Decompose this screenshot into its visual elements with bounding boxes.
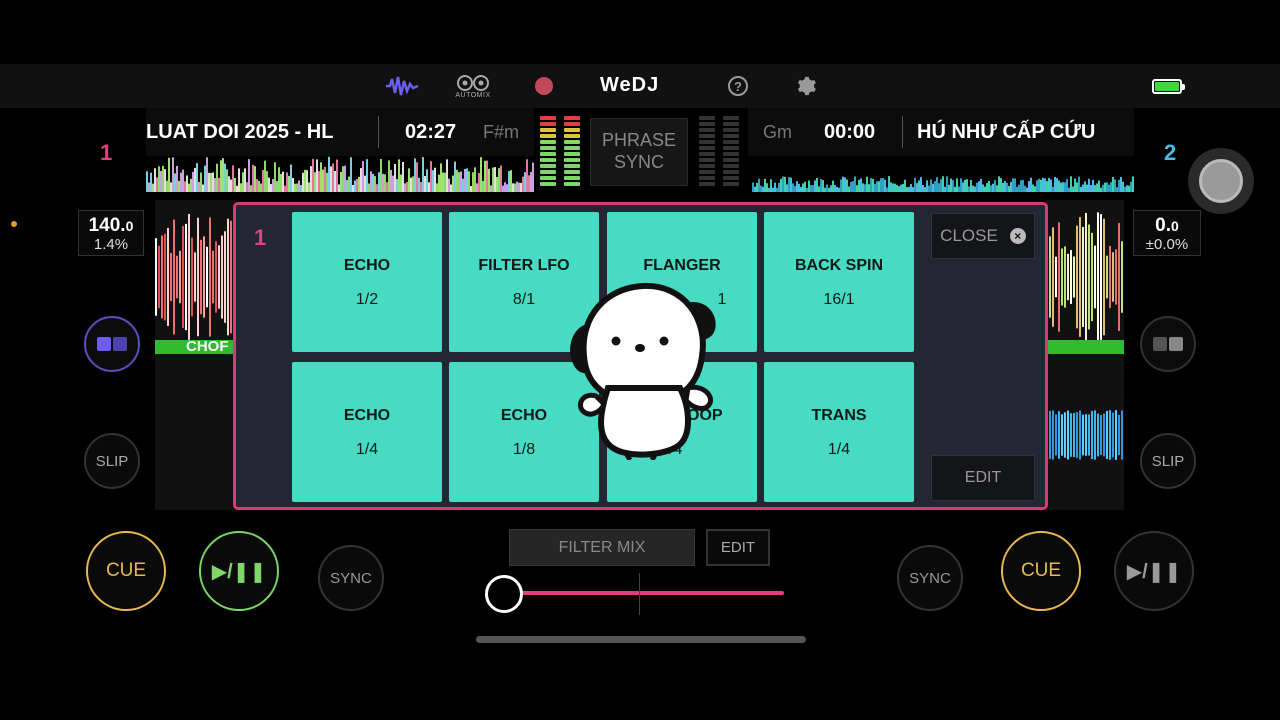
deck1-time: 02:27 [405, 121, 457, 143]
app-logo: WeDJ [600, 74, 660, 96]
deck1-overview-waveform[interactable] [146, 154, 534, 192]
deck1-cue-button[interactable]: CUE [86, 531, 166, 611]
fx-pad-name: ECHO [343, 257, 391, 274]
crossfader-center-mark [639, 573, 640, 615]
fx-close-button[interactable]: CLOSE × [931, 213, 1035, 259]
deck2-bpm: 0. [1155, 215, 1172, 236]
deck1-phrase-label: CHOF [186, 338, 229, 355]
deck2-play-pause-button[interactable]: ▶/❚❚ [1114, 531, 1194, 611]
phrase-sync-button[interactable]: PHRASE SYNC [590, 118, 688, 186]
fx-pad-name: FLANGER [643, 257, 721, 274]
deck2-zoom-waveform[interactable] [1046, 200, 1124, 510]
deck2-level-meter-left [699, 116, 715, 186]
fx-deck-number: 1 [254, 225, 267, 250]
deck2-level-meter-right [723, 116, 739, 186]
status-dot [11, 221, 17, 227]
assistive-touch-button[interactable] [1188, 148, 1254, 214]
close-circle-icon: × [1009, 228, 1026, 244]
deck2-bpm-decimal: 0 [1171, 218, 1179, 234]
deck2-key: Gm [763, 122, 792, 142]
fx-pad-value: 1/4 [355, 441, 379, 458]
deck1-bpm: 140. [88, 215, 126, 236]
fx-pad[interactable]: TRANS 1/4 [764, 362, 914, 502]
deck1-number: 1 [100, 140, 113, 165]
waveform-icon[interactable] [386, 72, 418, 100]
fx-pad-name: FILTER LFO [478, 257, 570, 274]
fx-pad[interactable]: ECHO 1/4 [292, 362, 442, 502]
deck2-cue-button[interactable]: CUE [1001, 531, 1081, 611]
fx-pad[interactable]: BACK SPIN 16/1 [764, 212, 914, 352]
deck1-level-meter-left [540, 116, 556, 186]
deck1-info: LUAT DOI 2025 - HL 02:27 F#m [146, 108, 534, 156]
deck2-track-title: HÚ NHƯ CẤP CỨU [917, 121, 1096, 143]
deck1-bpm-decimal: 0 [125, 218, 134, 234]
deck2-info: Gm 00:00 HÚ NHƯ CẤP CỨU [748, 108, 1134, 156]
deck1-slip-button[interactable]: SLIP [84, 433, 140, 489]
deck2-number: 2 [1164, 140, 1177, 165]
deck2-time: 00:00 [824, 121, 876, 143]
deck1-bpm-box[interactable]: 140.0 1.4% [78, 210, 144, 256]
gear-icon[interactable] [790, 72, 822, 100]
deck1-zoom-waveform[interactable] [155, 200, 235, 510]
fx-edit-button[interactable]: EDIT [931, 455, 1035, 501]
deck2-sync-button[interactable]: SYNC [897, 545, 963, 611]
record-icon[interactable] [528, 72, 560, 100]
deck2-bpm-box[interactable]: 0.0 ±0.0% [1133, 210, 1201, 256]
deck1-layout-toggle[interactable] [84, 316, 140, 372]
fx-pad[interactable]: ECHO 1/2 [292, 212, 442, 352]
deck1-track-title: LUAT DOI 2025 - HL [146, 121, 334, 143]
fx-close-label: CLOSE [940, 226, 998, 245]
filter-edit-button[interactable]: EDIT [706, 529, 770, 566]
filter-mix-button[interactable]: FILTER MIX [509, 529, 695, 566]
deck2-overview-waveform[interactable] [748, 154, 1134, 192]
deck1-play-pause-button[interactable]: ▶/❚❚ [199, 531, 279, 611]
fx-pad-name: BACK SPIN [794, 257, 883, 274]
fx-pad-value: 1/4 [827, 441, 851, 458]
home-indicator [476, 636, 806, 643]
deck2-phrase-strip [1046, 340, 1124, 354]
automix-icon [457, 74, 489, 91]
deck2-pitch: ±0.0% [1145, 236, 1189, 253]
fx-pad-value: 16/1 [823, 291, 855, 308]
deck2-slip-button[interactable]: SLIP [1140, 433, 1196, 489]
divider [902, 116, 903, 148]
deck1-level-meter-right [564, 116, 580, 186]
deck2-layout-toggle[interactable] [1140, 316, 1196, 372]
deck1-key: F#m [483, 122, 519, 142]
fx-pad-name: ECHO [343, 407, 391, 424]
divider [378, 116, 379, 148]
puppy-sticker [570, 282, 716, 460]
deck1-pitch: 1.4% [93, 236, 129, 253]
phrase-sync-label-1: PHRASE [601, 130, 677, 150]
crossfader-track[interactable] [504, 591, 784, 595]
deck1-sync-button[interactable]: SYNC [318, 545, 384, 611]
phrase-sync-label-2: SYNC [613, 152, 664, 172]
fx-pad-name: TRANS [811, 407, 867, 424]
automix-button[interactable]: AUTOMIX [452, 72, 494, 100]
battery-icon [1152, 79, 1185, 94]
automix-label: AUTOMIX [455, 91, 491, 99]
help-icon[interactable]: ? [722, 72, 754, 100]
crossfader-knob[interactable] [485, 575, 523, 613]
fx-pad-value: 1/2 [355, 291, 379, 308]
